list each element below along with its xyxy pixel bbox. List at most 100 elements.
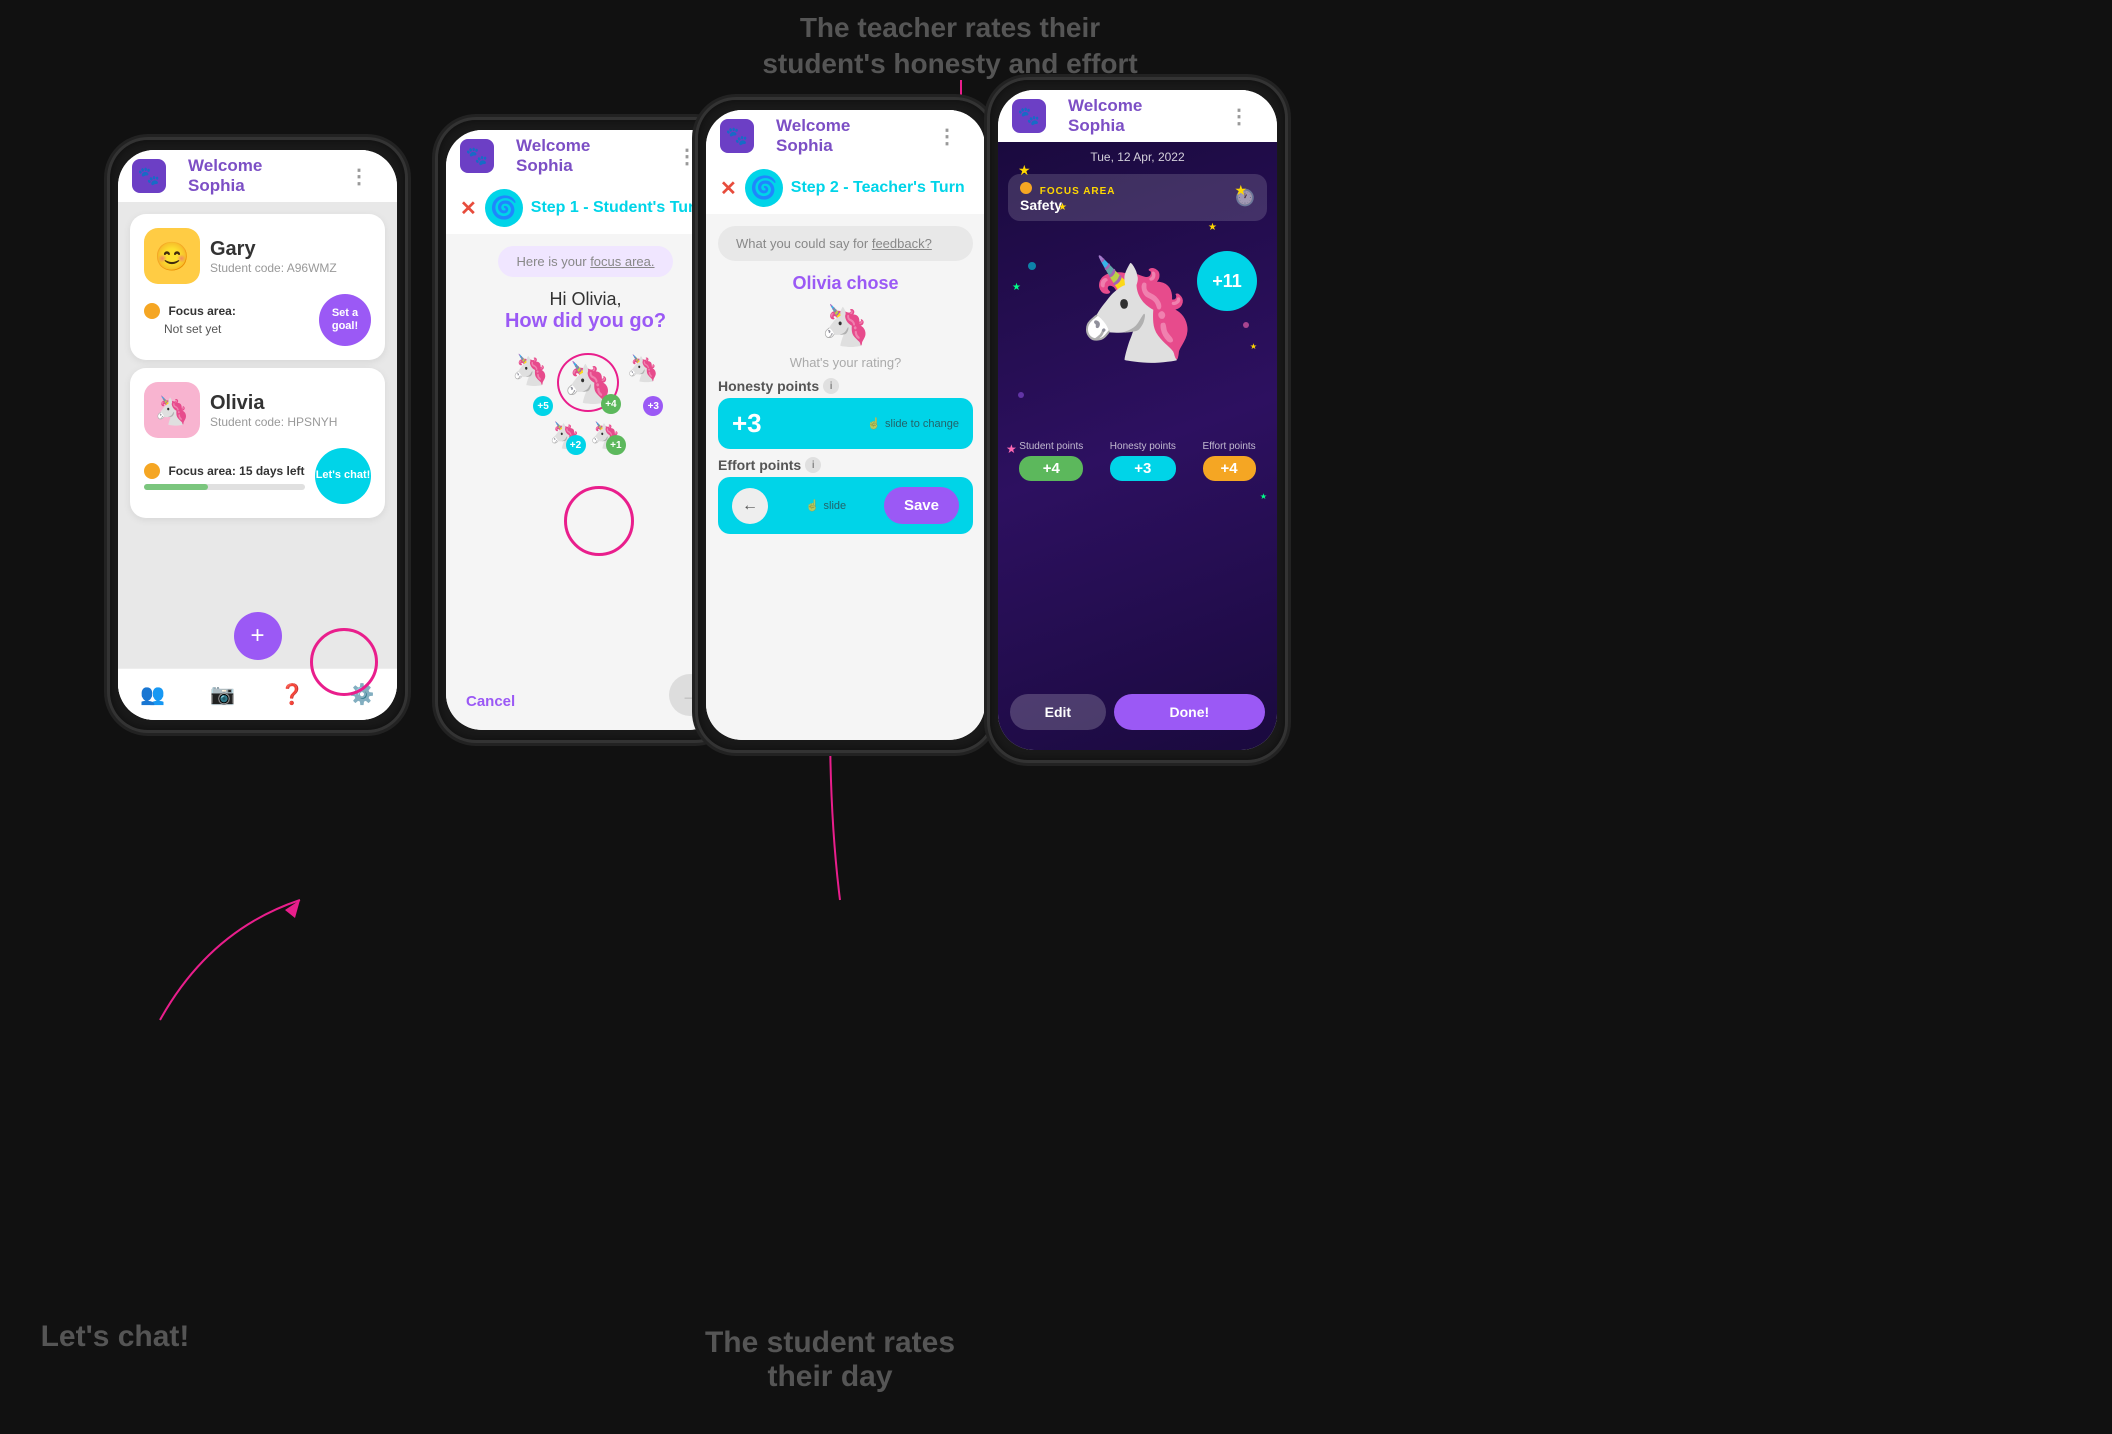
phone2-greeting: Hi Olivia, How did you go? (446, 289, 725, 333)
student-rates-line2: their day (767, 1360, 892, 1393)
phone4-unicorn-area: 🦄 +11 (998, 231, 1277, 431)
phone2-cancel[interactable]: Cancel (466, 693, 515, 710)
phone2-greeting-name: Hi Olivia, (446, 289, 725, 310)
olivia-lets-chat-button[interactable]: Let's chat! (315, 448, 371, 504)
selected-rating-highlight (564, 486, 634, 556)
phone4-date: Tue, 12 Apr, 2022 (998, 142, 1277, 168)
gary-code: Student code: A96WMZ (210, 261, 337, 275)
phone4-effort-points: Effort points +4 (1203, 441, 1256, 481)
phone2-title: Welcome Sophia (502, 130, 655, 182)
gary-focus-icon (144, 303, 160, 319)
phone3-effort-slider[interactable]: ← ☝️ slide Save (718, 477, 973, 534)
gary-avatar: 😊 (144, 228, 200, 284)
phone3-save-button[interactable]: Save (884, 487, 959, 524)
phone3-title: Welcome Sophia (762, 110, 915, 162)
olivia-code: Student code: HPSNYH (210, 415, 337, 429)
phone1-menu[interactable]: ⋮ (335, 150, 383, 202)
bottom-center-annotation: The student rates their day (620, 1326, 1040, 1394)
phone3-menu[interactable]: ⋮ (923, 110, 971, 162)
phone1-header: 🐾 Welcome Sophia ⋮ (118, 150, 397, 202)
phone2-unicorn-ratings: 🦄 +5 🦄 +4 🦄 +3 (446, 343, 725, 461)
effort-info-icon: i (805, 457, 821, 473)
phone4-header: 🐾 Welcome Sophia ⋮ (998, 90, 1277, 142)
phone4-student-points: Student points +4 (1019, 441, 1083, 481)
phone4-honesty-points-label: Honesty points (1110, 441, 1176, 452)
nav-help-icon[interactable]: ❓ (280, 682, 305, 707)
rating-3[interactable]: 🦄 +3 (627, 353, 659, 412)
phone2-focus-text: Here is your focus area. (516, 254, 654, 269)
phone1-bottom-nav: 👥 📷 ❓ ⚙️ (118, 668, 397, 720)
olivia-focus-icon (144, 463, 160, 479)
phone4-logo: 🐾 (1012, 99, 1046, 133)
phone3-olivia-unicorn: 🦄 (706, 302, 985, 349)
phone4-done-button[interactable]: Done! (1114, 694, 1265, 730)
phone4-menu[interactable]: ⋮ (1215, 90, 1263, 142)
phone3-honesty-section: Honesty points i +3 ☝️ slide to change (718, 378, 973, 449)
nav-settings-icon[interactable]: ⚙️ (350, 682, 375, 707)
gary-name: Gary (210, 238, 337, 261)
gary-focus-value: Not set yet (164, 322, 221, 336)
bottom-left-annotation: Let's chat! (0, 1320, 230, 1354)
phone4-title: Welcome Sophia (1054, 90, 1207, 142)
phone4-effort-points-label: Effort points (1203, 441, 1256, 452)
olivia-focus-label: Focus area: 15 days left (168, 464, 304, 478)
gary-set-goal-button[interactable]: Set a goal! (319, 294, 371, 346)
phone3-honesty-value: +3 (732, 408, 762, 439)
phone3-feedback-bubble: What you could say for feedback? (718, 226, 973, 261)
rating-5[interactable]: 🦄 +5 (512, 353, 549, 412)
phone3-honesty-slider[interactable]: +3 ☝️ slide to change (718, 398, 973, 449)
add-student-button[interactable]: + (234, 612, 282, 660)
phone4-edit-button[interactable]: Edit (1010, 694, 1106, 730)
phone3-effort-label: Effort points (718, 457, 801, 473)
student-rates-line1: The student rates (705, 1326, 955, 1359)
lets-chat-label: Let's chat! (41, 1320, 190, 1353)
phone3-back-button[interactable]: ← (732, 488, 768, 524)
phone3-feedback-text: What you could say for feedback? (736, 236, 932, 251)
phone2-step-avatar: 🌀 (485, 189, 523, 227)
phone4-honesty-points: Honesty points +3 (1110, 441, 1176, 481)
nav-students-icon[interactable]: 👥 (140, 682, 165, 707)
phone2-focus-bubble: Here is your focus area. (498, 246, 672, 277)
phone4-focus-label: FOCUS AREA (1020, 182, 1116, 197)
rating-2[interactable]: 🦄 +2 (549, 420, 581, 451)
phone4-student-points-value: +4 (1019, 456, 1083, 481)
olivia-card: 🦄 Olivia Student code: HPSNYH Focus area… (130, 368, 385, 518)
phone4-honesty-points-value: +3 (1110, 456, 1176, 481)
phone3-header: 🐾 Welcome Sophia ⋮ (706, 110, 985, 162)
phone2-greeting-question: How did you go? (446, 310, 725, 333)
nav-camera-icon[interactable]: 📷 (210, 682, 235, 707)
phone4-clock-icon: 🕐 (1235, 188, 1255, 208)
phone2-close[interactable]: ✕ (460, 196, 477, 221)
phone3-slide-hint-text: slide to change (885, 418, 959, 430)
top-annotation: The teacher rates their student's honest… (600, 10, 1300, 83)
phone4-focus-value: Safety (1020, 197, 1116, 213)
phone-1: 🐾 Welcome Sophia ⋮ 😊 Gary Student code: … (110, 140, 405, 730)
phone3-rating-question: What's your rating? (706, 355, 985, 370)
phone2-step-title: Step 1 - Student's Turn (531, 199, 704, 217)
rating-1[interactable]: 🦄 +1 (590, 420, 622, 451)
phone3-effort-hint-text: slide (824, 500, 847, 512)
annotation-line1: The teacher rates their (800, 12, 1100, 43)
olivia-avatar: 🦄 (144, 382, 200, 438)
phone3-effort-section: Effort points i ← ☝️ slide Save (718, 457, 973, 534)
olivia-progress-bar (144, 484, 305, 490)
phone4-action-row: Edit Done! (998, 694, 1277, 730)
phone4-student-points-label: Student points (1019, 441, 1083, 452)
phone3-effort-slide-hint: ☝️ slide (806, 499, 846, 512)
phone4-effort-points-value: +4 (1203, 456, 1256, 481)
phone-2: 🐾 Welcome Sophia ⋮ ✕ 🌀 Step 1 - Student'… (438, 120, 733, 740)
phone4-plus-badge: +11 (1197, 251, 1257, 311)
phone1-title: Welcome Sophia (174, 150, 327, 202)
rating-4-selected[interactable]: 🦄 +4 (557, 353, 619, 412)
phone3-close[interactable]: ✕ (720, 176, 737, 201)
phone3-step-avatar: 🌀 (745, 169, 783, 207)
honesty-info-icon: i (823, 378, 839, 394)
phone3-slide-hint: ☝️ slide to change (867, 417, 959, 430)
phone-3: 🐾 Welcome Sophia ⋮ ✕ 🌀 Step 2 - Teacher'… (698, 100, 993, 750)
phone4-focus-area: FOCUS AREA Safety 🕐 (1008, 174, 1267, 221)
phone2-logo: 🐾 (460, 139, 494, 173)
phone3-step-header: ✕ 🌀 Step 2 - Teacher's Turn (706, 162, 985, 214)
annotation-line2: student's honesty and effort (762, 48, 1137, 79)
phone2-step-header: ✕ 🌀 Step 1 - Student's Turn (446, 182, 725, 234)
phone3-logo: 🐾 (720, 119, 754, 153)
